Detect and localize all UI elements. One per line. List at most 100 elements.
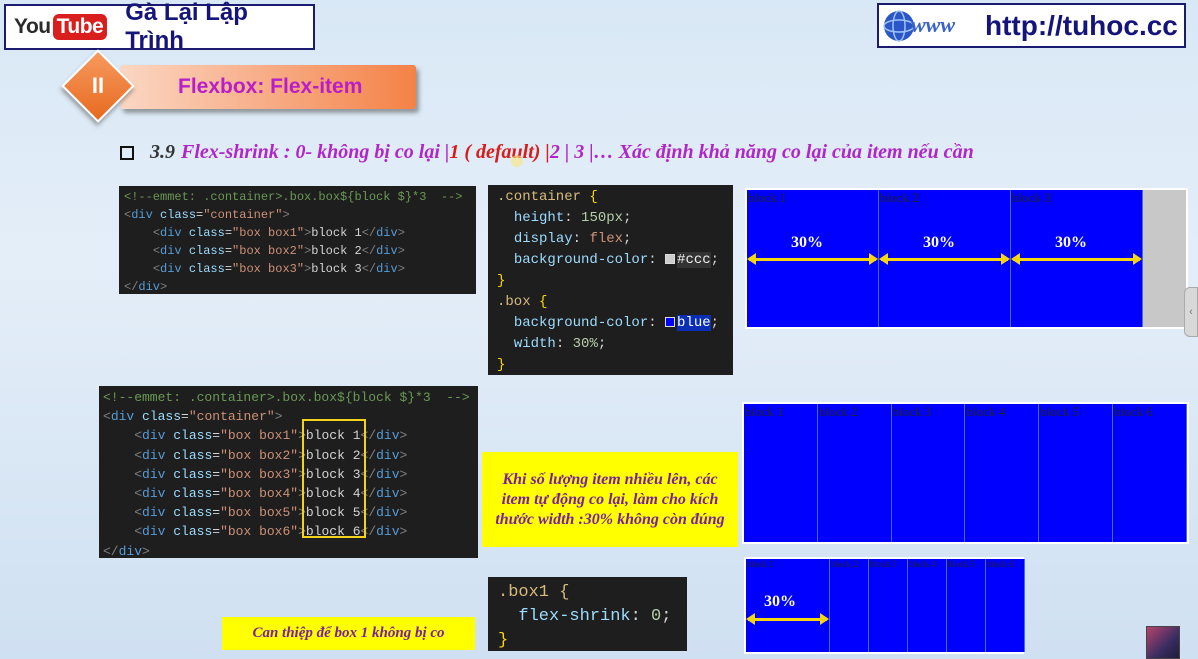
flex-item: block 3 30% (1011, 190, 1143, 327)
side-panel-handle[interactable]: ‹ (1184, 287, 1198, 337)
width-arrow-icon (1011, 253, 1142, 265)
width-percent-label: 30% (1055, 234, 1087, 251)
css-value: blue (677, 315, 711, 331)
width-percent-label: 30% (923, 234, 955, 251)
box1-selector: .box1 { (498, 583, 570, 602)
css-value: 150px (581, 210, 624, 226)
flex-item-label: block 2 (831, 559, 858, 569)
code-item-line: <div class="box box1">block 1</div> (134, 428, 408, 444)
css-line: height: 150px; (513, 210, 632, 226)
code-item-line: <div class="box box1">block 1</div> (152, 226, 405, 240)
code-item-line: <div class="box box2">block 2</div> (152, 244, 405, 258)
flex-item: block 5 (947, 559, 986, 652)
heading-part3: 2 | 3 |… Xác định khả năng co lại của it… (549, 141, 974, 163)
site-url-box: www http://tuhoc.cc (877, 3, 1186, 48)
color-swatch-icon (665, 317, 676, 328)
section-number: II (91, 73, 105, 98)
css-line: } (497, 355, 724, 376)
flex-item: block 4 (908, 559, 947, 652)
code-class-value: "box box5" (220, 505, 299, 521)
color-swatch-icon (665, 254, 676, 265)
css-property: display (513, 231, 573, 247)
block-text-highlight (302, 419, 366, 538)
css-line: } (497, 271, 724, 292)
code-container-close: </div> (103, 543, 150, 559)
youtube-logo-you: You (14, 15, 51, 38)
svg-text:www: www (911, 12, 955, 37)
width-arrow-icon (747, 253, 878, 265)
code-item-line: <div class="box box3">block 3</div> (152, 262, 405, 276)
note-many-items: Khi số lượng item nhiều lên, các item tự… (482, 452, 738, 547)
demo2-items: block 1 block 2 block 3 block 4 block 5 block… (744, 404, 1187, 542)
flex-item-label: block 6 (987, 559, 1014, 569)
code-container-open: <div class="container"> (103, 409, 283, 425)
code-class-value: "box box4" (220, 486, 299, 502)
css-property: width (513, 336, 556, 352)
width-arrow-icon (879, 253, 1010, 265)
css-value: #ccc (677, 252, 711, 268)
box1-css-panel: .box1 { flex-shrink: 0; } (488, 577, 687, 651)
flex-item: block 3 (891, 404, 966, 542)
code-items: <div class="box box1">block 1</div> <div… (103, 426, 474, 541)
css-close: } (497, 357, 506, 373)
code-item-line: <div class="box box2">block 2</div> (134, 447, 408, 463)
css-line: display: flex; (513, 231, 632, 247)
flex-item-label: block 6 (1114, 404, 1153, 419)
flex-item: block 6 (986, 559, 1025, 652)
code-items: <div class="box box1">block 1</div> <div… (124, 224, 471, 278)
code-class-value: "box box3" (232, 262, 305, 276)
box1-close: } (498, 631, 509, 650)
code-comment: <!--emmet: .container>.box.box${block $}… (103, 390, 470, 405)
code-item-text: block 1 (311, 226, 362, 240)
box1-prop: flex-shrink (518, 607, 631, 626)
code-class-value: "box box1" (220, 428, 299, 444)
code-item-text: block 2 (311, 244, 362, 258)
html-code-3-boxes: <!--emmet: .container>.box.box${block $}… (119, 186, 476, 294)
heading-number: 3.9 (150, 141, 175, 163)
css-property: background-color (513, 315, 649, 331)
flex-item-label: block 4 (909, 559, 936, 569)
flex-item: block 3 (869, 559, 908, 652)
flex-item: block 1 30% (746, 559, 830, 652)
channel-title: Gà Lại Lập Trình (125, 0, 248, 54)
css-value: 30% (572, 336, 598, 352)
flex-item: block 5 (1039, 404, 1114, 542)
flex-item: block 2 30% (879, 190, 1011, 327)
code-class-value: "box box1" (232, 226, 305, 240)
css-selector: .box (497, 294, 531, 310)
flex-item-label: block 2 (818, 404, 858, 419)
demo1-items: block 1 30% block 2 30% block 3 30% (747, 190, 1143, 327)
code-item-line: <div class="box box3">block 3</div> (134, 466, 408, 482)
box1-selector-line: .box1 { (498, 581, 677, 605)
flex-demo-6-boxes: block 1 block 2 block 3 block 4 block 5 block… (742, 402, 1189, 544)
box1-prop-line: flex-shrink: 0; (518, 607, 672, 626)
css-line: background-color: #ccc; (513, 252, 720, 268)
flex-item-label: block 1 (745, 404, 784, 419)
mouse-cursor (511, 155, 523, 167)
heading-part2: 1 ( default) | (449, 141, 550, 163)
width-percent-label: 30% (764, 593, 796, 610)
code-class-value: "box box2" (220, 447, 299, 463)
flex-item-label: block 4 (966, 404, 1006, 419)
flex-item-label: block 5 (1040, 404, 1079, 419)
width-percent-label: 30% (791, 234, 823, 251)
flex-demo-3-boxes: block 1 30% block 2 30% block 3 30% (745, 188, 1188, 329)
code-item-text: block 3 (311, 262, 362, 276)
box1-value: 0 (651, 607, 662, 626)
code-class-value: "box box2" (232, 244, 305, 258)
flex-item-label: block 1 (748, 190, 787, 205)
code-item-line: <div class="box box4">block 4</div> (134, 486, 408, 502)
youtube-logo-tube: Tube (52, 14, 108, 40)
site-url: http://tuhoc.cc (985, 9, 1178, 41)
css-line: .container { (497, 189, 598, 205)
flex-item-label: block 5 (948, 559, 975, 569)
channel-brand: You Tube Gà Lại Lập Trình (4, 0, 315, 54)
flex-item-label: block 3 (870, 559, 897, 569)
code-item-line: <div class="box box5">block 5</div> (134, 505, 408, 521)
checkbox-bullet-icon (120, 145, 134, 160)
code-class-value: "box box3" (220, 466, 299, 482)
note-intervene: Can thiệp để box 1 không bị co (222, 617, 475, 650)
globe-www-icon: www (879, 6, 977, 46)
flex-item-label: block 3 (892, 404, 932, 419)
flex-item-label: block 2 (880, 190, 919, 205)
